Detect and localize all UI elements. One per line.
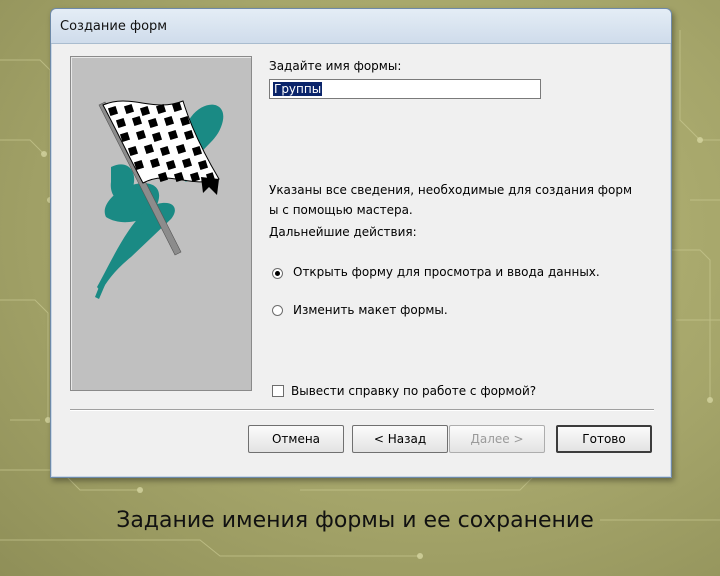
form-name-input[interactable]: Группы [269, 79, 541, 99]
title-bar[interactable]: Создание форм [51, 9, 671, 44]
back-button[interactable]: < Назад [352, 425, 448, 453]
modify-layout-option-label[interactable]: Изменить макет формы. [293, 303, 448, 317]
help-checkbox[interactable] [272, 385, 284, 397]
dialog-client-area: Задайте имя формы: Группы Указаны все св… [57, 44, 663, 469]
modify-layout-radio[interactable] [272, 305, 283, 316]
next-button[interactable]: Далее > [449, 425, 545, 453]
help-checkbox-label[interactable]: Вывести справку по работе с формой? [291, 384, 536, 398]
next-actions-label: Дальнейшие действия: [269, 225, 417, 239]
dialog-title: Создание форм [60, 19, 168, 34]
form-name-value: Группы [273, 82, 323, 96]
checkered-flag-icon [95, 100, 224, 299]
form-name-label: Задайте имя формы: [269, 59, 402, 73]
cancel-button[interactable]: Отмена [248, 425, 344, 453]
slide-caption: Задание имения формы и ее сохранение [116, 508, 594, 533]
finish-button[interactable]: Готово [556, 425, 652, 453]
info-text-line1: Указаны все сведения, необходимые для со… [269, 183, 633, 197]
form-wizard-dialog: Создание форм Задайте имя формы: Группы … [50, 8, 672, 478]
info-text-line2: ы с помощью мастера. [269, 203, 413, 217]
open-form-radio[interactable] [272, 268, 283, 279]
button-separator [70, 409, 654, 411]
wizard-image-panel [70, 56, 252, 391]
open-form-option-label[interactable]: Открыть форму для просмотра и ввода данн… [293, 265, 600, 279]
